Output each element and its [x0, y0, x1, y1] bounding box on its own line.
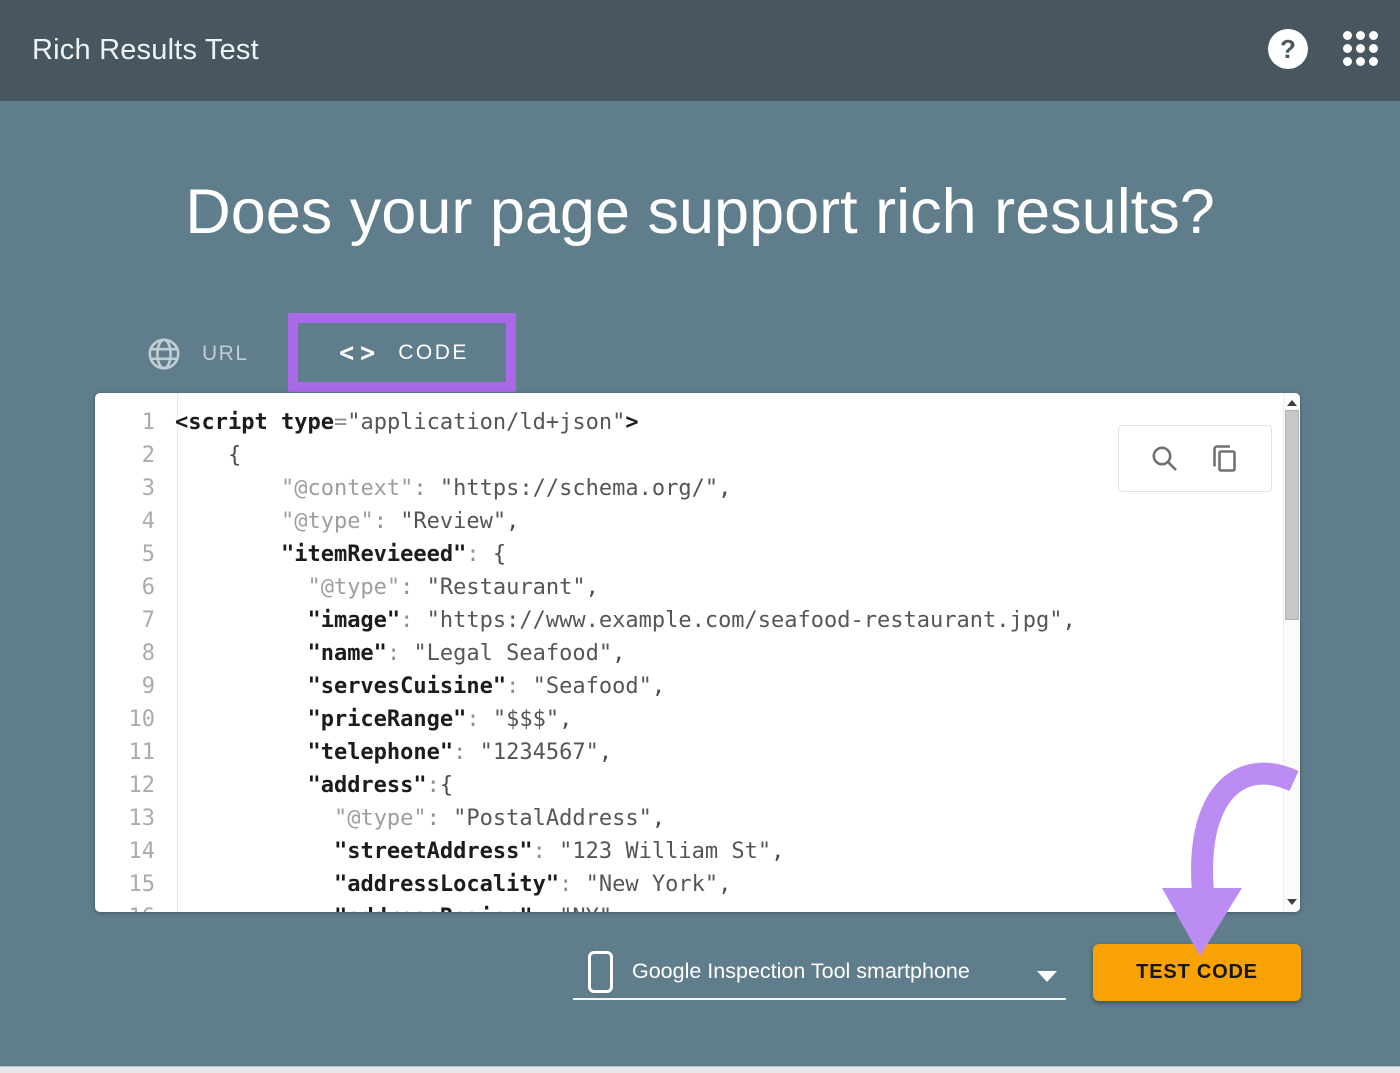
globe-icon: [147, 337, 181, 371]
code-line: 6 "@type": "Restaurant",: [95, 571, 1283, 604]
copy-button[interactable]: [1209, 443, 1241, 475]
help-icon: ?: [1268, 29, 1308, 69]
rich-results-test-page: Rich Results Test ? Does your page suppo…: [0, 0, 1400, 1073]
code-text: "@type": "Review",: [166, 505, 519, 538]
line-number: 15: [95, 868, 166, 901]
editor-scrollbar[interactable]: [1283, 393, 1300, 912]
test-code-button[interactable]: TEST CODE: [1093, 944, 1301, 1001]
code-line: 12 "address":{: [95, 769, 1283, 802]
scrollbar-thumb[interactable]: [1285, 410, 1299, 620]
apps-grid-button[interactable]: [1343, 30, 1379, 66]
scroll-down-icon[interactable]: [1287, 899, 1297, 905]
line-number: 11: [95, 736, 166, 769]
tab-url[interactable]: URL: [147, 331, 249, 377]
code-line: 14 "streetAddress": "123 William St",: [95, 835, 1283, 868]
line-number: 7: [95, 604, 166, 637]
copy-icon: [1209, 443, 1241, 475]
line-number: 14: [95, 835, 166, 868]
line-number: 4: [95, 505, 166, 538]
code-text: "addressRegion": "NY",: [166, 901, 625, 912]
code-editor[interactable]: 1<script type="application/ld+json">2 {3…: [95, 393, 1300, 912]
code-line: 11 "telephone": "1234567",: [95, 736, 1283, 769]
line-number: 6: [95, 571, 166, 604]
line-number: 10: [95, 703, 166, 736]
code-line: 10 "priceRange": "$$$",: [95, 703, 1283, 736]
code-line: 13 "@type": "PostalAddress",: [95, 802, 1283, 835]
code-line: 9 "servesCuisine": "Seafood",: [95, 670, 1283, 703]
code-lines[interactable]: 1<script type="application/ld+json">2 {3…: [95, 406, 1283, 912]
line-number: 3: [95, 472, 166, 505]
code-text: "@type": "Restaurant",: [166, 571, 599, 604]
line-number: 1: [95, 406, 166, 439]
code-text: "addressLocality": "New York",: [166, 868, 731, 901]
code-text: "address":{: [166, 769, 453, 802]
page-bottom-strip: [0, 1066, 1400, 1073]
apps-grid-icon: [1343, 31, 1379, 66]
line-number: 2: [95, 439, 166, 472]
code-text: "@type": "PostalAddress",: [166, 802, 665, 835]
code-line: 7 "image": "https://www.example.com/seaf…: [95, 604, 1283, 637]
line-number: 9: [95, 670, 166, 703]
code-tab-highlight-box: <> CODE: [288, 313, 516, 392]
tab-code[interactable]: <> CODE: [298, 323, 506, 382]
search-button[interactable]: [1149, 443, 1181, 475]
line-number: 16: [95, 901, 166, 912]
code-line: 4 "@type": "Review",: [95, 505, 1283, 538]
tab-code-label: CODE: [398, 341, 469, 365]
device-dropdown[interactable]: Google Inspection Tool smartphone: [573, 944, 1066, 1002]
code-line: 2 {: [95, 439, 1283, 472]
smartphone-icon: [588, 951, 613, 993]
code-text: "priceRange": "$$$",: [166, 703, 572, 736]
code-brackets-icon: <>: [335, 337, 381, 367]
tab-url-label: URL: [202, 342, 249, 366]
app-title: Rich Results Test: [32, 0, 259, 101]
line-number: 13: [95, 802, 166, 835]
app-header: Rich Results Test ?: [0, 0, 1400, 101]
editor-toolbar: [1118, 425, 1272, 492]
code-text: "telephone": "1234567",: [166, 736, 612, 769]
line-number: 12: [95, 769, 166, 802]
code-text: "@context": "https://schema.org/",: [166, 472, 731, 505]
help-glyph: ?: [1280, 34, 1296, 65]
code-line: 3 "@context": "https://schema.org/",: [95, 472, 1283, 505]
code-text: {: [166, 439, 241, 472]
code-line: 16 "addressRegion": "NY",: [95, 901, 1283, 912]
code-line: 8 "name": "Legal Seafood",: [95, 637, 1283, 670]
code-text: "streetAddress": "123 William St",: [166, 835, 784, 868]
code-line: 5 "itemRevieeed": {: [95, 538, 1283, 571]
code-line: 1<script type="application/ld+json">: [95, 406, 1283, 439]
code-text: "name": "Legal Seafood",: [166, 637, 625, 670]
help-button[interactable]: ?: [1268, 28, 1310, 70]
line-number: 8: [95, 637, 166, 670]
search-icon: [1149, 443, 1181, 475]
dropdown-underline: [573, 998, 1066, 1000]
page-title: Does your page support rich results?: [0, 176, 1400, 248]
device-dropdown-label: Google Inspection Tool smartphone: [632, 959, 970, 984]
code-text: <script type="application/ld+json">: [166, 406, 639, 439]
code-text: "image": "https://www.example.com/seafoo…: [166, 604, 1076, 637]
scroll-up-icon[interactable]: [1287, 400, 1297, 406]
code-line: 15 "addressLocality": "New York",: [95, 868, 1283, 901]
code-text: "itemRevieeed": {: [166, 538, 506, 571]
line-number: 5: [95, 538, 166, 571]
code-text: "servesCuisine": "Seafood",: [166, 670, 665, 703]
chevron-down-icon: [1037, 971, 1057, 982]
